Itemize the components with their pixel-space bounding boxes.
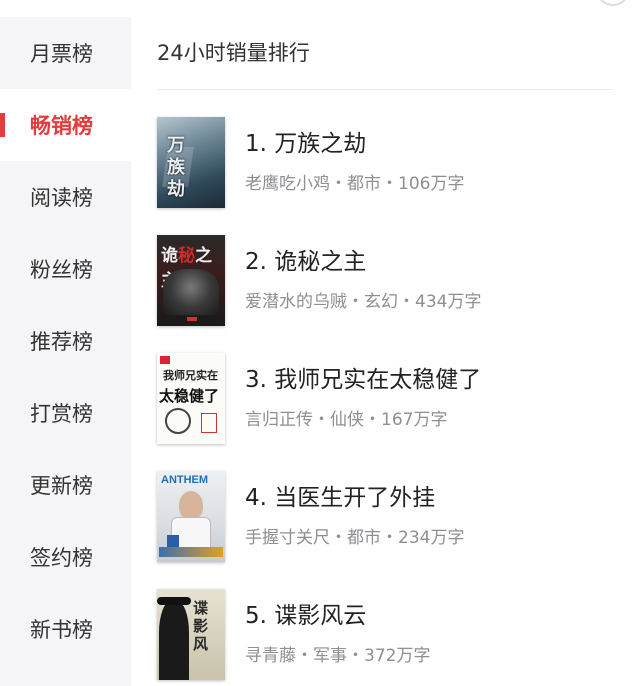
list-item[interactable]: 诡秘之主 2. 诡秘之主 爱潜水的乌贼・玄幻・434万字: [157, 235, 481, 330]
book-cover[interactable]: 诡秘之主: [157, 235, 225, 326]
book-title[interactable]: 1. 万族之劫: [245, 129, 464, 159]
title-divider: [157, 89, 612, 90]
sidebar-item-label: 新书榜: [30, 618, 93, 642]
ranking-list: 24小时销量排行 万族劫 1. 万族之劫 老鹰吃小鸡・都市・106万字 诡秘之主…: [157, 17, 640, 680]
sidebar-item-update[interactable]: 更新榜: [0, 449, 131, 521]
list-item[interactable]: 我师兄实在 太稳健了 3. 我师兄实在太稳健了 言归正传・仙侠・167万字: [157, 353, 481, 448]
sidebar-item-reward[interactable]: 打赏榜: [0, 377, 131, 449]
book-title[interactable]: 2. 诡秘之主: [245, 247, 481, 277]
sidebar-item-label: 更新榜: [30, 474, 93, 498]
cover-title-art: ANTHEM: [161, 474, 209, 486]
book-cover[interactable]: 谍影风: [157, 589, 225, 680]
sidebar-item-label: 阅读榜: [30, 186, 93, 210]
sidebar-item-label: 畅销榜: [30, 114, 93, 138]
book-title[interactable]: 3. 我师兄实在太稳健了: [245, 365, 481, 395]
ranking-sidebar: 月票榜 畅销榜 阅读榜 粉丝榜 推荐榜 打赏榜 更新榜 签约榜 新书榜: [0, 17, 131, 686]
sidebar-item-label: 月票榜: [30, 42, 93, 66]
sidebar-item-new-book[interactable]: 新书榜: [0, 593, 131, 665]
book-meta: 言归正传・仙侠・167万字: [245, 410, 448, 430]
cover-title-art: 万族劫: [167, 135, 185, 200]
corner-button-edge[interactable]: [596, 0, 630, 6]
cover-title-art: 我师兄实在: [163, 369, 218, 382]
sidebar-item-bestseller[interactable]: 畅销榜: [0, 89, 131, 161]
sidebar-item-label: 签约榜: [30, 546, 93, 570]
cover-title-art: 谍影风: [193, 599, 209, 653]
list-item[interactable]: 谍影风 5. 谍影风云 寻青藤・军事・372万字: [157, 589, 430, 684]
sidebar-item-label: 打赏榜: [30, 402, 93, 426]
sidebar-item-fans[interactable]: 粉丝榜: [0, 233, 131, 305]
book-title[interactable]: 5. 谍影风云: [245, 601, 430, 631]
cover-title-art-main: 太稳健了: [159, 387, 220, 405]
sidebar-item-label: 推荐榜: [30, 330, 93, 354]
book-meta: 寻青藤・军事・372万字: [245, 646, 431, 666]
book-meta: 老鹰吃小鸡・都市・106万字: [245, 174, 465, 194]
list-item[interactable]: 万族劫 1. 万族之劫 老鹰吃小鸡・都市・106万字: [157, 117, 464, 212]
book-cover[interactable]: ANTHEM: [157, 471, 225, 562]
page-title: 24小时销量排行: [157, 41, 310, 65]
sidebar-item-signed[interactable]: 签约榜: [0, 521, 131, 593]
book-meta: 手握寸关尺・都市・234万字: [245, 528, 465, 548]
book-title[interactable]: 4. 当医生开了外挂: [245, 483, 464, 513]
book-cover[interactable]: 万族劫: [157, 117, 225, 208]
sidebar-item-label: 粉丝榜: [30, 258, 93, 282]
sidebar-item-monthly-ticket[interactable]: 月票榜: [0, 17, 131, 89]
list-item[interactable]: ANTHEM 4. 当医生开了外挂 手握寸关尺・都市・234万字: [157, 471, 464, 566]
sidebar-item-reading[interactable]: 阅读榜: [0, 161, 131, 233]
book-meta: 爱潜水的乌贼・玄幻・434万字: [245, 292, 482, 312]
book-cover[interactable]: 我师兄实在 太稳健了: [157, 353, 225, 444]
sidebar-item-recommend[interactable]: 推荐榜: [0, 305, 131, 377]
